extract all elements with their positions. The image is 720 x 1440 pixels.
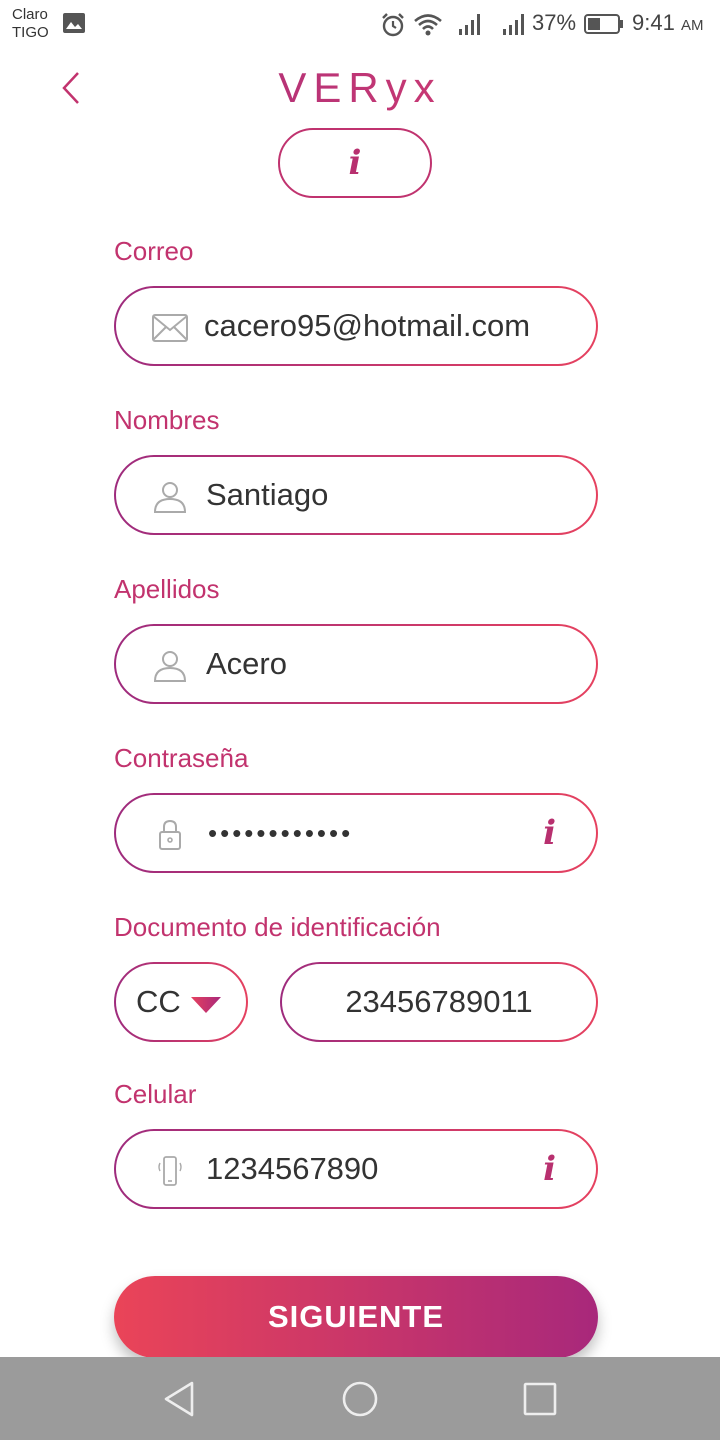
password-field[interactable]: •••••••••••• i <box>114 793 598 873</box>
status-bar: Claro TIGO 37% 9:41 AM <box>0 0 720 50</box>
email-value: cacero95@hotmail.com <box>204 308 531 343</box>
lock-icon <box>159 819 181 850</box>
home-circle-icon[interactable] <box>340 1379 380 1419</box>
signal-icon <box>459 14 480 35</box>
document-number-field[interactable]: 23456789011 <box>280 962 598 1042</box>
envelope-icon <box>152 314 188 342</box>
phone-label: Celular <box>114 1079 197 1109</box>
alarm-icon <box>382 13 404 37</box>
user-icon <box>153 482 187 513</box>
app-logo: VERyx <box>0 64 720 112</box>
next-button-label: SIGUIENTE <box>267 1299 445 1334</box>
battery-icon <box>584 14 623 34</box>
last-name-label: Apellidos <box>114 574 220 604</box>
last-name-field[interactable]: Acero <box>114 624 598 704</box>
email-label: Correo <box>114 236 194 266</box>
signal-icon <box>503 14 524 35</box>
document-type-value: CC <box>136 984 181 1019</box>
carrier-label: Claro TIGO <box>12 6 49 41</box>
user-icon <box>153 651 187 682</box>
document-label: Documento de identificación <box>114 912 441 942</box>
password-value: •••••••••••• <box>208 818 354 848</box>
next-button[interactable]: SIGUIENTE <box>114 1276 598 1358</box>
last-name-value: Acero <box>206 646 287 681</box>
system-nav-bar <box>0 1357 720 1440</box>
phone-icon <box>158 1156 182 1186</box>
image-notification-icon <box>63 13 85 33</box>
document-type-select[interactable]: CC <box>114 962 248 1042</box>
dropdown-triangle-icon <box>191 997 221 1013</box>
first-name-value: Santiago <box>206 477 329 512</box>
clock: 9:41 AM <box>632 10 704 35</box>
wifi-icon <box>414 14 442 36</box>
password-info-icon[interactable]: i <box>543 813 556 853</box>
email-field[interactable]: cacero95@hotmail.com <box>114 286 598 366</box>
phone-value: 1234567890 <box>206 1151 379 1186</box>
recents-square-icon[interactable] <box>520 1379 560 1419</box>
password-label: Contraseña <box>114 743 249 773</box>
document-number-value: 23456789011 <box>345 984 533 1019</box>
phone-field[interactable]: 1234567890 i <box>114 1129 598 1209</box>
first-name-field[interactable]: Santiago <box>114 455 598 535</box>
phone-info-icon[interactable]: i <box>543 1149 556 1189</box>
back-triangle-icon[interactable] <box>160 1379 200 1419</box>
info-button[interactable]: i <box>278 128 432 198</box>
battery-percent: 37% <box>532 10 577 35</box>
info-icon: i <box>348 143 362 183</box>
first-name-label: Nombres <box>114 405 220 435</box>
